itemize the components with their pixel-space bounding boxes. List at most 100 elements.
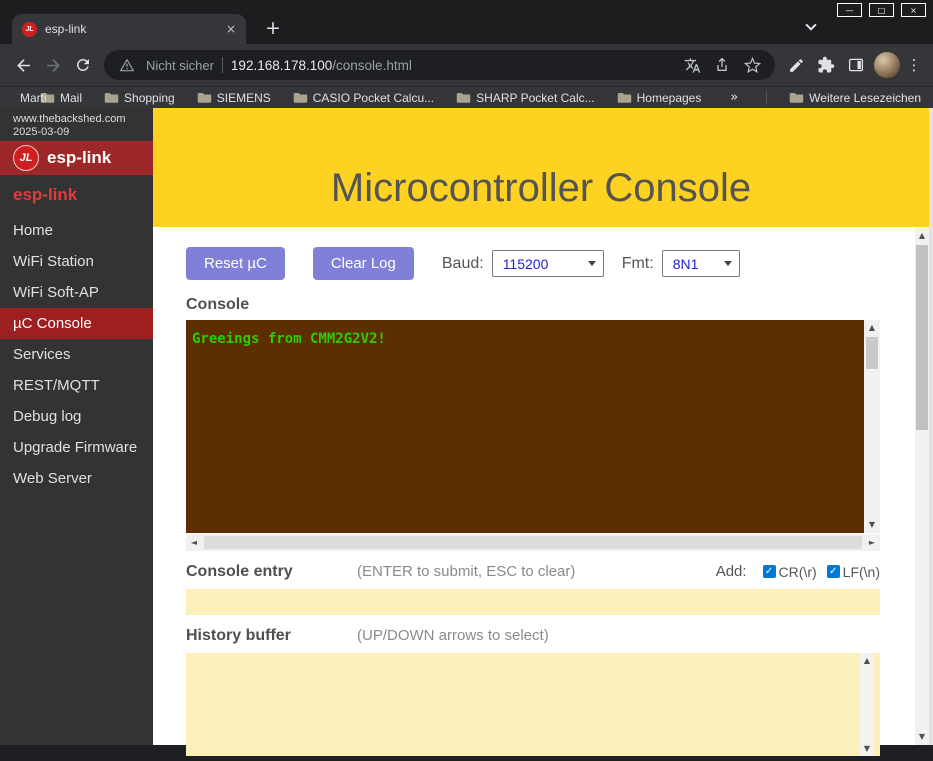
- sidebar: www.thebackshed.com 2025-03-09 JL esp-li…: [0, 108, 153, 745]
- select-arrow-icon: [588, 261, 596, 266]
- browser-tab[interactable]: JL esp-link ×: [12, 14, 246, 44]
- sidebar-item-uc-console[interactable]: µC Console: [0, 308, 153, 339]
- page-scrollbar[interactable]: ▲ ▼: [915, 227, 929, 745]
- scroll-down-icon[interactable]: ▼: [864, 517, 880, 533]
- console-entry-hint: (ENTER to submit, ESC to clear): [357, 563, 575, 580]
- tab-search-chevron-icon[interactable]: [803, 22, 819, 36]
- brand-esp-link: esp-link: [0, 175, 153, 211]
- security-label[interactable]: Nicht sicher: [146, 58, 214, 73]
- baud-value: 115200: [503, 256, 549, 272]
- lf-checkbox[interactable]: ✓ LF(\n): [827, 564, 880, 580]
- bookmark-label: Shopping: [124, 91, 175, 105]
- bookmark-label: SIEMENS: [217, 91, 271, 105]
- console-entry-input[interactable]: [186, 589, 880, 615]
- minimize-button[interactable]: —: [837, 3, 862, 17]
- checkbox-checked-icon[interactable]: ✓: [827, 565, 840, 578]
- folder-icon: [104, 91, 119, 104]
- reload-icon[interactable]: [68, 50, 98, 80]
- folder-icon: [456, 91, 471, 104]
- translate-icon[interactable]: [681, 54, 703, 76]
- baud-label: Baud:: [442, 255, 484, 273]
- scroll-up-icon[interactable]: ▲: [864, 320, 880, 336]
- history-buffer[interactable]: ▲ ▼: [186, 653, 880, 756]
- bookmark-item-siemens[interactable]: SIEMENS: [197, 91, 271, 105]
- esp-link-logo-icon: JL: [13, 145, 39, 171]
- scroll-down-icon[interactable]: ▼: [860, 741, 874, 756]
- bookmark-star-icon[interactable]: [741, 54, 763, 76]
- main-area: Microcontroller Console Reset µC Clear L…: [153, 108, 929, 745]
- bookmark-item-shopping[interactable]: Shopping: [104, 91, 175, 105]
- folder-icon: [293, 91, 308, 104]
- scroll-left-icon[interactable]: ◄: [186, 534, 202, 551]
- console-horizontal-scrollbar[interactable]: ◄ ►: [186, 534, 880, 551]
- bookmarks-overflow-icon[interactable]: »: [724, 90, 744, 105]
- site-note-date: 2025-03-09: [13, 126, 153, 139]
- scrollbar-thumb[interactable]: [916, 245, 928, 430]
- address-bar[interactable]: Nicht sicher 192.168.178.100/console.htm…: [104, 50, 775, 80]
- sidebar-item-home[interactable]: Home: [0, 215, 153, 246]
- sidebar-item-web-server[interactable]: Web Server: [0, 463, 153, 494]
- scroll-down-icon[interactable]: ▼: [915, 728, 929, 745]
- profile-avatar[interactable]: [874, 52, 900, 78]
- checkbox-checked-icon[interactable]: ✓: [763, 565, 776, 578]
- scrollbar-thumb[interactable]: [866, 337, 878, 369]
- sidebar-item-upgrade-firmware[interactable]: Upgrade Firmware: [0, 432, 153, 463]
- close-button[interactable]: ×: [901, 3, 926, 17]
- scroll-up-icon[interactable]: ▲: [860, 653, 874, 668]
- console-area: Greeings from CMM2G2V2! ▲ ▼ ◄ ►: [186, 320, 880, 551]
- history-label: History buffer: [186, 627, 357, 645]
- page-content: www.thebackshed.com 2025-03-09 JL esp-li…: [0, 108, 933, 745]
- url-text[interactable]: 192.168.178.100/console.html: [231, 58, 412, 73]
- clear-log-button[interactable]: Clear Log: [313, 247, 414, 280]
- bookmark-item-sharp[interactable]: SHARP Pocket Calc...: [456, 91, 595, 105]
- history-scrollbar[interactable]: ▲ ▼: [860, 653, 874, 756]
- bookmark-item-ghost[interactable]: Marti: [20, 91, 47, 105]
- window-edge: [929, 108, 933, 745]
- chevron-down-icon: [805, 19, 816, 30]
- pen-extension-icon[interactable]: [781, 50, 811, 80]
- console-entry-label: Console entry: [186, 563, 357, 581]
- fmt-value: 8N1: [673, 256, 699, 272]
- bookmark-item-homepages[interactable]: Homepages: [617, 91, 702, 105]
- sidebar-item-wifi-station[interactable]: WiFi Station: [0, 246, 153, 277]
- url-host: 192.168.178.100: [231, 58, 332, 73]
- other-bookmarks-label: Weitere Lesezeichen: [809, 91, 921, 105]
- share-icon[interactable]: [711, 54, 733, 76]
- bookmark-label: CASIO Pocket Calcu...: [313, 91, 434, 105]
- sidebar-item-rest-mqtt[interactable]: REST/MQTT: [0, 370, 153, 401]
- other-bookmarks-folder[interactable]: Weitere Lesezeichen: [789, 91, 921, 105]
- folder-icon: [617, 91, 632, 104]
- sidebar-item-debug-log[interactable]: Debug log: [0, 401, 153, 432]
- folder-icon: [789, 91, 804, 104]
- sidebar-item-services[interactable]: Services: [0, 339, 153, 370]
- baud-select[interactable]: 115200: [492, 250, 604, 277]
- site-note-url[interactable]: www.thebackshed.com: [13, 113, 153, 126]
- logo-title: esp-link: [47, 148, 111, 168]
- cr-checkbox[interactable]: ✓ CR(\r): [763, 564, 817, 580]
- folder-icon: [197, 91, 212, 104]
- sidebar-item-wifi-soft-ap[interactable]: WiFi Soft-AP: [0, 277, 153, 308]
- tab-close-icon[interactable]: ×: [226, 22, 236, 36]
- side-panel-icon[interactable]: [841, 50, 871, 80]
- maximize-button[interactable]: □: [869, 3, 894, 17]
- bookmark-item-casio[interactable]: CASIO Pocket Calcu...: [293, 91, 434, 105]
- page-title: Microcontroller Console: [331, 166, 751, 211]
- lf-label: LF(\n): [843, 564, 880, 580]
- not-secure-warning-icon[interactable]: [116, 54, 138, 76]
- forward-icon[interactable]: [38, 50, 68, 80]
- menu-kebab-icon[interactable]: ⋮: [903, 50, 925, 80]
- select-arrow-icon: [724, 261, 732, 266]
- console-vertical-scrollbar[interactable]: ▲ ▼: [864, 320, 880, 533]
- console-output[interactable]: Greeings from CMM2G2V2! ▲ ▼: [186, 320, 880, 533]
- new-tab-button[interactable]: +: [260, 15, 286, 41]
- back-icon[interactable]: [8, 50, 38, 80]
- scroll-right-icon[interactable]: ►: [864, 534, 880, 551]
- site-note[interactable]: www.thebackshed.com 2025-03-09: [0, 108, 153, 141]
- reset-uc-button[interactable]: Reset µC: [186, 247, 285, 280]
- fmt-select[interactable]: 8N1: [662, 250, 740, 277]
- add-options: Add: ✓ CR(\r) ✓ LF(\n): [716, 563, 880, 580]
- extensions-puzzle-icon[interactable]: [811, 50, 841, 80]
- scrollbar-thumb[interactable]: [204, 536, 862, 549]
- scroll-up-icon[interactable]: ▲: [915, 227, 929, 244]
- console-controls: Reset µC Clear Log Baud: 115200 Fmt: 8N1: [186, 247, 880, 280]
